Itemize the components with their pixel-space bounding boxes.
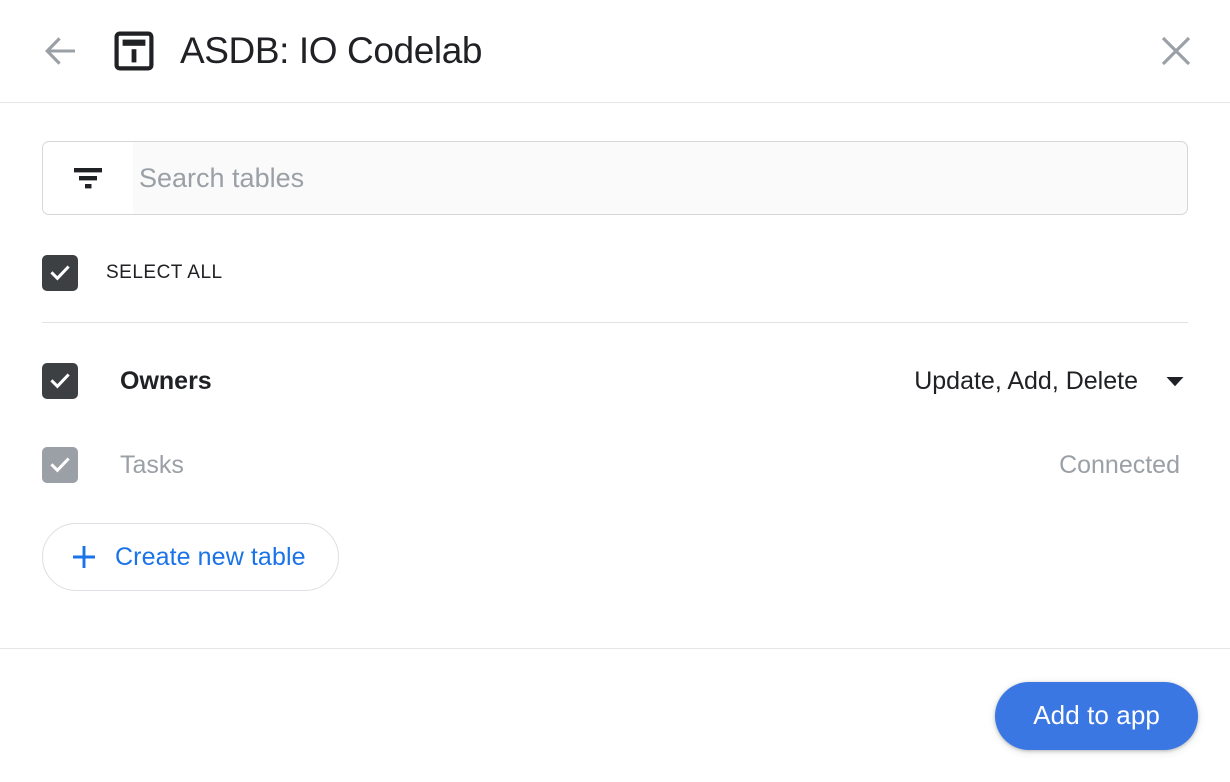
check-icon [48, 369, 72, 393]
permissions-dropdown-owners[interactable]: Update, Add, Delete [914, 367, 1188, 396]
table-checkbox-owners[interactable] [42, 363, 78, 399]
search-tables-field[interactable] [42, 141, 1188, 215]
filter-icon [71, 165, 105, 191]
check-icon [48, 261, 72, 285]
select-all-row[interactable]: SELECT ALL [42, 245, 1188, 301]
permissions-value: Update, Add, Delete [914, 366, 1138, 395]
chevron-down-icon [1164, 374, 1186, 388]
close-icon [1159, 34, 1193, 68]
back-button[interactable] [38, 28, 84, 74]
table-checkbox-tasks [42, 447, 78, 483]
dialog-body: SELECT ALL Owners Update, Add, Delete [0, 141, 1230, 686]
close-button[interactable] [1152, 27, 1200, 75]
select-all-checkbox[interactable] [42, 255, 78, 291]
dialog-header: ASDB: IO Codelab [0, 0, 1230, 103]
table-row: Tasks Connected [42, 435, 1188, 495]
select-all-label: SELECT ALL [106, 262, 223, 283]
arrow-left-icon [44, 36, 78, 66]
table-icon [110, 28, 158, 74]
table-row-status: Connected [1059, 451, 1188, 480]
add-to-app-button[interactable]: Add to app [995, 681, 1198, 750]
table-row[interactable]: Owners Update, Add, Delete [42, 351, 1188, 411]
status-badge: Connected [1059, 450, 1180, 479]
dialog-footer: Add to app [0, 648, 1230, 782]
table-name-owners: Owners [120, 366, 212, 395]
table-name-tasks: Tasks [120, 450, 184, 479]
plus-icon [69, 542, 99, 572]
search-input[interactable] [133, 142, 1187, 214]
filter-icon-button[interactable] [43, 142, 133, 214]
create-new-table-label: Create new table [115, 542, 306, 571]
table-row-actions: Update, Add, Delete [914, 367, 1188, 396]
create-new-table-button[interactable]: Create new table [42, 523, 339, 591]
check-icon [48, 453, 72, 477]
list-divider [42, 322, 1188, 323]
page-title: ASDB: IO Codelab [180, 30, 483, 71]
